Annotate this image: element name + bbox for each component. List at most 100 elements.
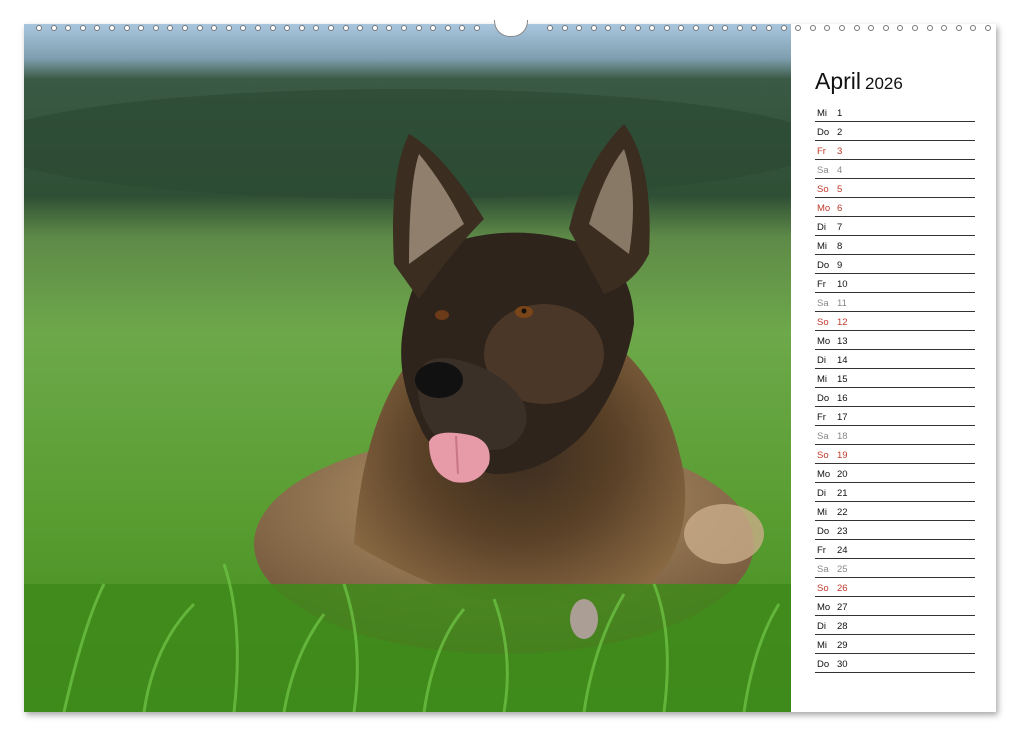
binding-ring	[196, 25, 203, 31]
binding-ring	[328, 25, 334, 31]
binding-ring	[386, 25, 393, 31]
day-row: Mo 6	[815, 198, 975, 217]
day-number: 9	[837, 260, 843, 271]
day-row: Di 7	[815, 217, 975, 236]
binding-ring	[649, 25, 656, 31]
day-number: 27	[837, 602, 848, 613]
day-row: Do 30	[815, 654, 975, 673]
day-number: 3	[837, 146, 843, 157]
binding-ring	[663, 25, 670, 31]
binding-ring	[138, 25, 145, 31]
day-row: Sa 4	[815, 160, 975, 179]
binding-ring	[736, 25, 743, 31]
binding-ring	[634, 25, 641, 31]
weekday-label: Sa	[817, 298, 829, 309]
weekday-label: Do	[817, 127, 830, 138]
binding-ring	[444, 25, 451, 31]
day-number: 14	[837, 355, 848, 366]
binding-ring	[269, 25, 276, 31]
binding-ring	[109, 25, 115, 31]
dog-photo	[24, 24, 791, 712]
day-number: 25	[837, 564, 848, 575]
weekday-label: Di	[817, 355, 826, 366]
day-row: So 19	[815, 445, 975, 464]
binding-ring	[79, 25, 86, 31]
day-row: Sa 18	[815, 426, 975, 445]
binding-ring	[459, 25, 466, 31]
binding-ring	[182, 25, 188, 31]
day-row: Mo 27	[815, 597, 975, 616]
day-row: Fr 24	[815, 540, 975, 559]
weekday-label: Mi	[817, 507, 828, 518]
binding-ring	[722, 25, 729, 31]
day-row: Mo 13	[815, 331, 975, 350]
weekday-label: So	[817, 583, 829, 594]
weekday-label: So	[817, 184, 829, 195]
binding-ring	[298, 25, 305, 31]
binding-ring	[824, 25, 831, 31]
weekday-label: Mo	[817, 602, 831, 613]
binding-ring	[561, 25, 568, 31]
day-number: 16	[837, 393, 848, 404]
day-row: Di 21	[815, 483, 975, 502]
day-row: Do 2	[815, 122, 975, 141]
binding-ring	[152, 25, 159, 31]
weekday-label: Do	[817, 526, 830, 537]
binding-ring	[882, 25, 889, 31]
day-row: Fr 10	[815, 274, 975, 293]
binding-ring	[839, 25, 845, 31]
weekday-label: Sa	[817, 431, 829, 442]
day-row: So 12	[815, 312, 975, 331]
day-number: 30	[837, 659, 848, 670]
binding-ring	[65, 25, 72, 31]
weekday-label: Mo	[817, 336, 831, 347]
binding-ring	[926, 25, 933, 31]
binding-ring	[211, 25, 218, 31]
binding-ring	[357, 25, 364, 31]
day-number: 23	[837, 526, 848, 537]
binding-ring	[123, 25, 130, 31]
binding-ring	[809, 25, 816, 31]
day-number: 5	[837, 184, 843, 195]
day-number: 4	[837, 165, 843, 176]
weekday-label: Mi	[817, 640, 828, 651]
day-number: 21	[837, 488, 848, 499]
day-row: So 5	[815, 179, 975, 198]
weekday-label: Fr	[817, 146, 826, 157]
day-number: 24	[837, 545, 848, 556]
day-row: Di 28	[815, 616, 975, 635]
binding-ring	[693, 25, 699, 31]
day-number: 26	[837, 583, 848, 594]
binding-ring	[590, 25, 597, 31]
day-number: 28	[837, 621, 848, 632]
day-row: Mi 29	[815, 635, 975, 654]
binding-ring	[780, 25, 787, 31]
binding-ring	[868, 25, 875, 31]
day-number: 8	[837, 241, 843, 252]
binding-ring	[225, 25, 232, 31]
binding-ring	[342, 25, 349, 31]
weekday-label: Fr	[817, 412, 826, 423]
day-row: So 26	[815, 578, 975, 597]
weekday-label: Do	[817, 393, 830, 404]
month-title: April 2026	[815, 68, 903, 95]
day-row: Mo 20	[815, 464, 975, 483]
binding-ring	[240, 25, 247, 31]
binding-ring	[415, 25, 422, 31]
day-number: 18	[837, 431, 848, 442]
day-number: 12	[837, 317, 848, 328]
month-name: April	[815, 68, 862, 94]
calendar-sidebar: April 2026 Mi 1 Do 2 Fr 3 Sa 4 So 5 Mo 6 Di 7 Mi 8 Do 9 Fr 1…	[791, 24, 996, 712]
weekday-label: Mi	[817, 241, 828, 252]
binding-ring	[167, 25, 174, 31]
day-row: Fr 17	[815, 407, 975, 426]
binding-ring	[313, 25, 320, 31]
weekday-label: Do	[817, 659, 830, 670]
weekday-label: Mo	[817, 469, 831, 480]
weekday-label: So	[817, 450, 829, 461]
day-row: Sa 11	[815, 293, 975, 312]
day-number: 6	[837, 203, 843, 214]
binding-ring	[853, 25, 860, 31]
day-row: Mi 15	[815, 369, 975, 388]
binding-ring	[678, 25, 685, 31]
